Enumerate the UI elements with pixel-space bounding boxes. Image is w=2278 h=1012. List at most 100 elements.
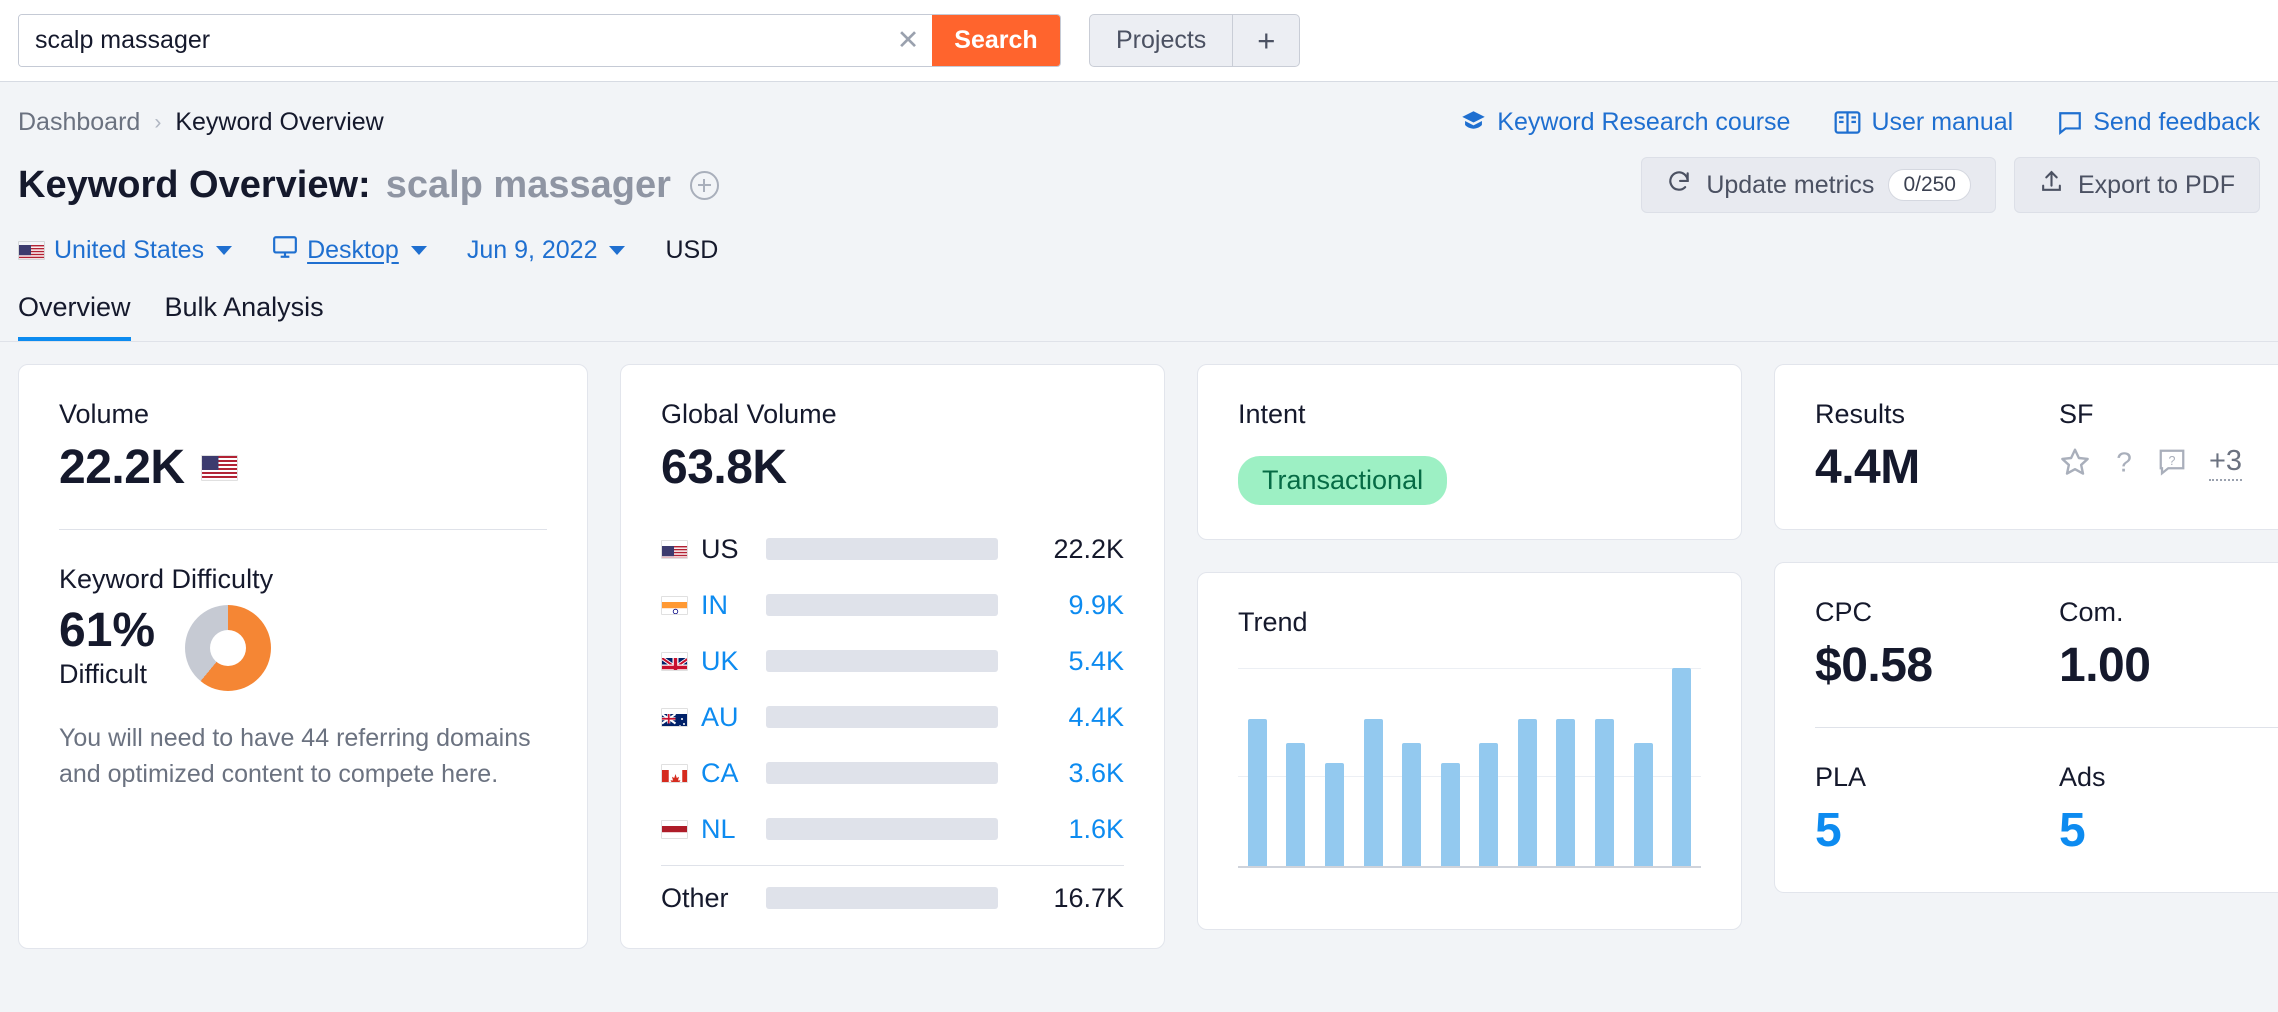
sf-more-button[interactable]: +3: [2209, 444, 2243, 481]
country-volume: 9.9K: [1068, 589, 1124, 620]
au-flag-icon: [661, 707, 688, 727]
cpc-row: CPC $0.58 Com. 1.00: [1815, 597, 2278, 693]
currency-label: USD: [665, 236, 718, 265]
country-cell: US: [661, 534, 766, 565]
search-input[interactable]: [19, 15, 884, 66]
country-cell: AU: [661, 702, 766, 733]
trend-bar-slot[interactable]: [1508, 668, 1547, 866]
chevron-down-icon: [609, 246, 626, 255]
intent-chip[interactable]: Transactional: [1238, 456, 1448, 505]
intent-card: Intent Transactional: [1197, 364, 1742, 540]
table-row[interactable]: NL 1.6K: [661, 801, 1124, 857]
currency-value: USD: [665, 236, 719, 264]
question-mark-icon[interactable]: ?: [2113, 446, 2135, 478]
in-flag-icon: [661, 595, 688, 615]
sf-icons: ? ? +3: [2059, 444, 2278, 481]
add-project-button[interactable]: +: [1233, 15, 1299, 66]
other-label: Other: [661, 882, 729, 913]
trend-bar-slot[interactable]: [1277, 668, 1316, 866]
pla-value[interactable]: 5: [1815, 803, 2059, 858]
search-button[interactable]: Search: [932, 15, 1060, 66]
chevron-down-icon: [216, 246, 233, 255]
table-row[interactable]: CA 3.6K: [661, 745, 1124, 801]
ads-block: Ads 5: [2059, 762, 2278, 858]
country-cell: IN: [661, 590, 766, 621]
trend-bar: [1517, 719, 1537, 866]
intent-label: Intent: [1238, 399, 1306, 429]
send-feedback-link[interactable]: Send feedback: [2057, 108, 2260, 137]
trend-bar-slot[interactable]: [1392, 668, 1431, 866]
cpc-card: CPC $0.58 Com. 1.00 PLA 5 Ads 5: [1774, 562, 2278, 893]
trend-label: Trend: [1238, 607, 1308, 637]
update-metrics-button[interactable]: Update metrics 0/250: [1641, 157, 1996, 213]
trend-bar-slot[interactable]: [1624, 668, 1663, 866]
uk-flag-icon: [661, 651, 688, 671]
send-feedback-label: Send feedback: [2093, 108, 2260, 136]
ads-label: Ads: [2059, 762, 2106, 792]
user-manual-link[interactable]: User manual: [1834, 108, 2013, 137]
trend-bar: [1286, 743, 1306, 866]
pla-ads-row: PLA 5 Ads 5: [1815, 762, 2278, 858]
page-title-keyword: scalp massager: [385, 163, 671, 206]
breadcrumb-dashboard[interactable]: Dashboard: [18, 108, 140, 137]
projects-button[interactable]: Projects: [1090, 15, 1234, 66]
tab-bulk-analysis[interactable]: Bulk Analysis: [165, 292, 324, 341]
us-flag-icon: [18, 241, 45, 260]
chevron-down-icon: [410, 246, 427, 255]
country-filter[interactable]: United States: [18, 236, 233, 265]
question-box-icon[interactable]: ?: [2157, 447, 2187, 477]
country-code: CA: [701, 757, 739, 788]
trend-bar-slot[interactable]: [1469, 668, 1508, 866]
table-row[interactable]: US 22.2K: [661, 521, 1124, 577]
country-cell: CA: [661, 758, 766, 789]
table-row[interactable]: IN 9.9K: [661, 577, 1124, 633]
us-flag-icon: [200, 454, 238, 481]
search-bar-row: ✕ Search Projects +: [0, 0, 2278, 82]
keyword-difficulty-row: 61% Difficult: [59, 605, 547, 691]
search-box[interactable]: ✕ Search: [18, 14, 1061, 67]
table-row[interactable]: UK 5.4K: [661, 633, 1124, 689]
svg-text:?: ?: [2116, 447, 2132, 478]
trend-bar: [1594, 719, 1614, 866]
chart-axis: [1238, 866, 1701, 868]
country-code: US: [701, 533, 739, 564]
results-columns: Results 4.4M SF ? ? +3: [1815, 399, 2278, 495]
top-links: Keyword Research course User manual Send…: [1460, 108, 2260, 137]
tab-overview[interactable]: Overview: [18, 292, 131, 341]
search-clear-icon[interactable]: ✕: [884, 15, 932, 66]
cpc-label: CPC: [1815, 597, 1873, 627]
country-volume: 22.2K: [1053, 533, 1124, 564]
results-cpc-column: Results 4.4M SF ? ? +3 CPC $0.58 Com. 1.…: [1774, 364, 2278, 893]
other-volume: 16.7K: [1053, 882, 1124, 913]
export-to-pdf-button[interactable]: Export to PDF: [2014, 157, 2260, 213]
breadcrumb-separator-icon: ›: [154, 110, 162, 134]
table-row[interactable]: AU 4.4K: [661, 689, 1124, 745]
intent-trend-column: Intent Transactional Trend: [1197, 364, 1742, 930]
ca-flag-icon: [661, 763, 688, 783]
svg-text:?: ?: [2169, 455, 2176, 469]
trend-bar-slot[interactable]: [1238, 668, 1277, 866]
trend-bar-slot[interactable]: [1315, 668, 1354, 866]
date-filter[interactable]: Jun 9, 2022: [467, 236, 626, 265]
page-title: Keyword Overview: scalp massager: [18, 164, 719, 207]
volume-value-row: 22.2K: [59, 440, 547, 495]
volume-bar-track: [766, 594, 998, 616]
device-filter[interactable]: Desktop: [272, 235, 427, 266]
table-row-other: Other 16.7K: [661, 870, 1124, 926]
ads-value[interactable]: 5: [2059, 803, 2278, 858]
title-row: Keyword Overview: scalp massager Update …: [0, 137, 2278, 213]
trend-bar-slot[interactable]: [1662, 668, 1701, 866]
book-icon: [1834, 110, 1861, 135]
monitor-icon: [272, 235, 298, 266]
message-icon: [2057, 110, 2083, 136]
global-volume-divider: [661, 865, 1124, 866]
keyword-research-course-link[interactable]: Keyword Research course: [1460, 108, 1790, 137]
trend-bar-slot[interactable]: [1431, 668, 1470, 866]
trend-bar-slot[interactable]: [1354, 668, 1393, 866]
plus-circle-icon[interactable]: [689, 170, 719, 200]
star-icon[interactable]: [2059, 446, 2091, 478]
cpc-value: $0.58: [1815, 639, 1933, 692]
results-label: Results: [1815, 399, 1906, 429]
trend-bar-slot[interactable]: [1547, 668, 1586, 866]
trend-bar-slot[interactable]: [1585, 668, 1624, 866]
